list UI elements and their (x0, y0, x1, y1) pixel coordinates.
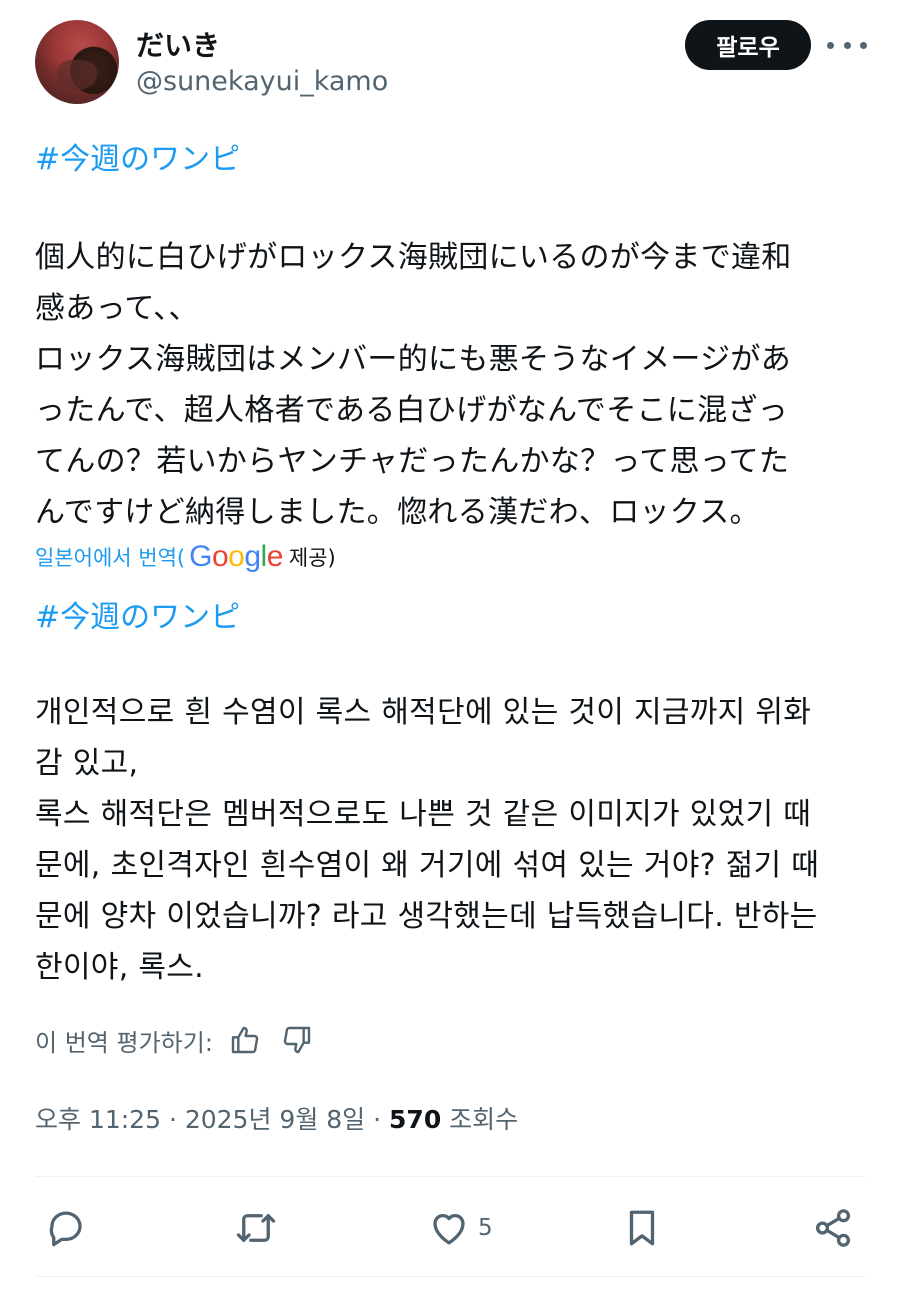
share-button[interactable] (812, 1200, 854, 1256)
views-count: 570 (389, 1105, 442, 1134)
display-name[interactable]: だいき (136, 24, 220, 64)
bookmark-button[interactable] (621, 1200, 663, 1256)
tweet-date[interactable]: 2025년 9월 8일 (185, 1105, 365, 1134)
share-icon (815, 1209, 851, 1247)
reply-icon (49, 1211, 82, 1247)
divider (35, 1276, 865, 1277)
tweet-text-translated: 개인적으로 흰 수염이 록스 해적단에 있는 것이 지금까지 위화 감 있고, … (35, 695, 820, 985)
follow-button[interactable]: 팔로우 (685, 20, 811, 70)
translation-provided-label: 제공) (288, 546, 336, 570)
avatar[interactable] (35, 20, 119, 104)
thumbs-up-icon[interactable] (225, 1020, 265, 1060)
action-bar: 5 (35, 1200, 865, 1256)
retweet-button[interactable] (235, 1200, 277, 1256)
rate-translation-label: 이 번역 평가하기: (35, 1028, 213, 1057)
divider (35, 1176, 865, 1177)
rate-translation: 이 번역 평가하기: (35, 1020, 317, 1060)
tweet-text-original: 個人的に白ひげがロックス海賊団にいるのが今まで違和 感あって、、 ロックス海賊団… (35, 240, 792, 530)
like-count: 5 (478, 1215, 493, 1241)
like-button[interactable]: 5 (428, 1200, 493, 1256)
tweet-time[interactable]: 오후 11:25 (35, 1105, 161, 1134)
translation-attribution[interactable]: 일본어에서 번역( Google 제공) (35, 540, 336, 574)
user-handle[interactable]: @sunekayui_kamo (136, 66, 388, 97)
retweet-icon (236, 1214, 276, 1242)
tweet-meta: 오후 11:25 · 2025년 9월 8일 · 570 조회수 (35, 1105, 519, 1134)
views-label: 조회수 (449, 1105, 519, 1134)
hashtag-translated[interactable]: #今週のワンピ (35, 592, 240, 636)
translation-label: 일본어에서 번역( (35, 546, 186, 570)
thumbs-down-icon[interactable] (277, 1020, 317, 1060)
more-icon[interactable] (827, 30, 867, 60)
bookmark-icon (629, 1210, 655, 1246)
tweet-header: だいき @sunekayui_kamo 팔로우 (35, 18, 867, 108)
reply-button[interactable] (45, 1200, 87, 1256)
hashtag-original[interactable]: #今週のワンピ (35, 134, 240, 178)
heart-icon (433, 1213, 465, 1245)
google-logo: Google (189, 540, 283, 573)
